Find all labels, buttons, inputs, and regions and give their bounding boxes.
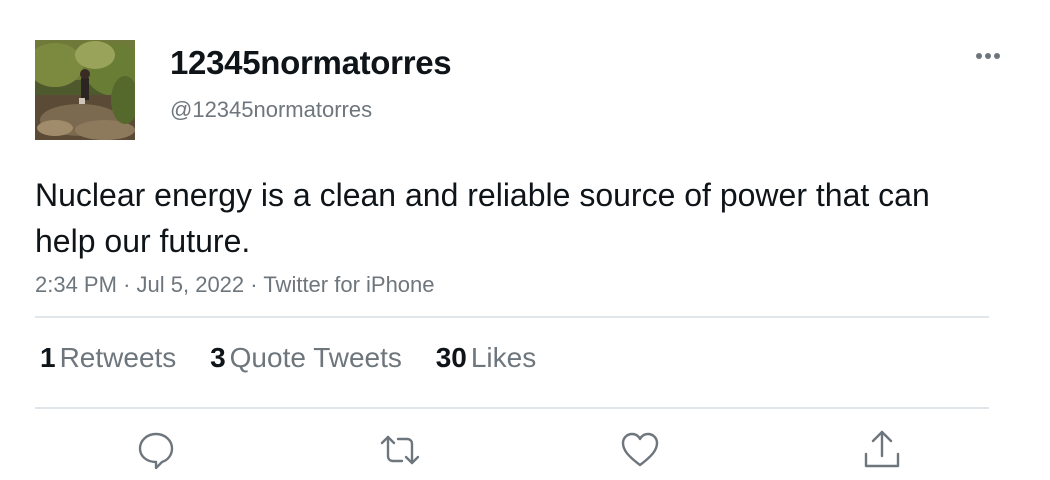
like-icon[interactable] <box>618 428 662 472</box>
likes-label: Likes <box>470 342 537 373</box>
reply-icon[interactable] <box>134 428 178 472</box>
meta-separator: · <box>250 272 258 297</box>
tweet-card: 12345normatorres @12345normatorres Nucle… <box>0 0 1050 480</box>
divider <box>35 407 989 409</box>
avatar[interactable] <box>35 40 135 140</box>
engagement-stats: 1 Retweets 3 Quote Tweets 30 Likes <box>40 342 562 374</box>
user-handle[interactable]: @12345normatorres <box>170 97 372 123</box>
meta-separator: · <box>123 272 131 297</box>
tweet-time[interactable]: 2:34 PM <box>35 272 117 297</box>
quote-tweets-count: 3 <box>210 342 226 373</box>
tweet-text: Nuclear energy is a clean and reliable s… <box>35 177 930 259</box>
retweet-icon[interactable] <box>378 428 422 472</box>
retweets-stat[interactable]: 1 Retweets <box>40 342 176 374</box>
tweet-date[interactable]: Jul 5, 2022 <box>137 272 245 297</box>
retweets-label: Retweets <box>59 342 177 373</box>
likes-stat[interactable]: 30 Likes <box>436 342 537 374</box>
profile-photo-image <box>35 40 135 140</box>
likes-count: 30 <box>435 342 467 373</box>
display-name[interactable]: 12345normatorres <box>170 44 452 82</box>
tweet-metadata: 2:34 PM · Jul 5, 2022 · Twitter for iPho… <box>35 272 435 298</box>
tweet-source[interactable]: Twitter for iPhone <box>263 272 434 297</box>
quote-tweets-stat[interactable]: 3 Quote Tweets <box>210 342 402 374</box>
more-options-icon[interactable] <box>970 44 1006 68</box>
share-icon[interactable] <box>860 428 904 472</box>
quote-tweets-label: Quote Tweets <box>229 342 402 373</box>
divider <box>35 316 989 318</box>
retweets-count: 1 <box>40 342 56 373</box>
